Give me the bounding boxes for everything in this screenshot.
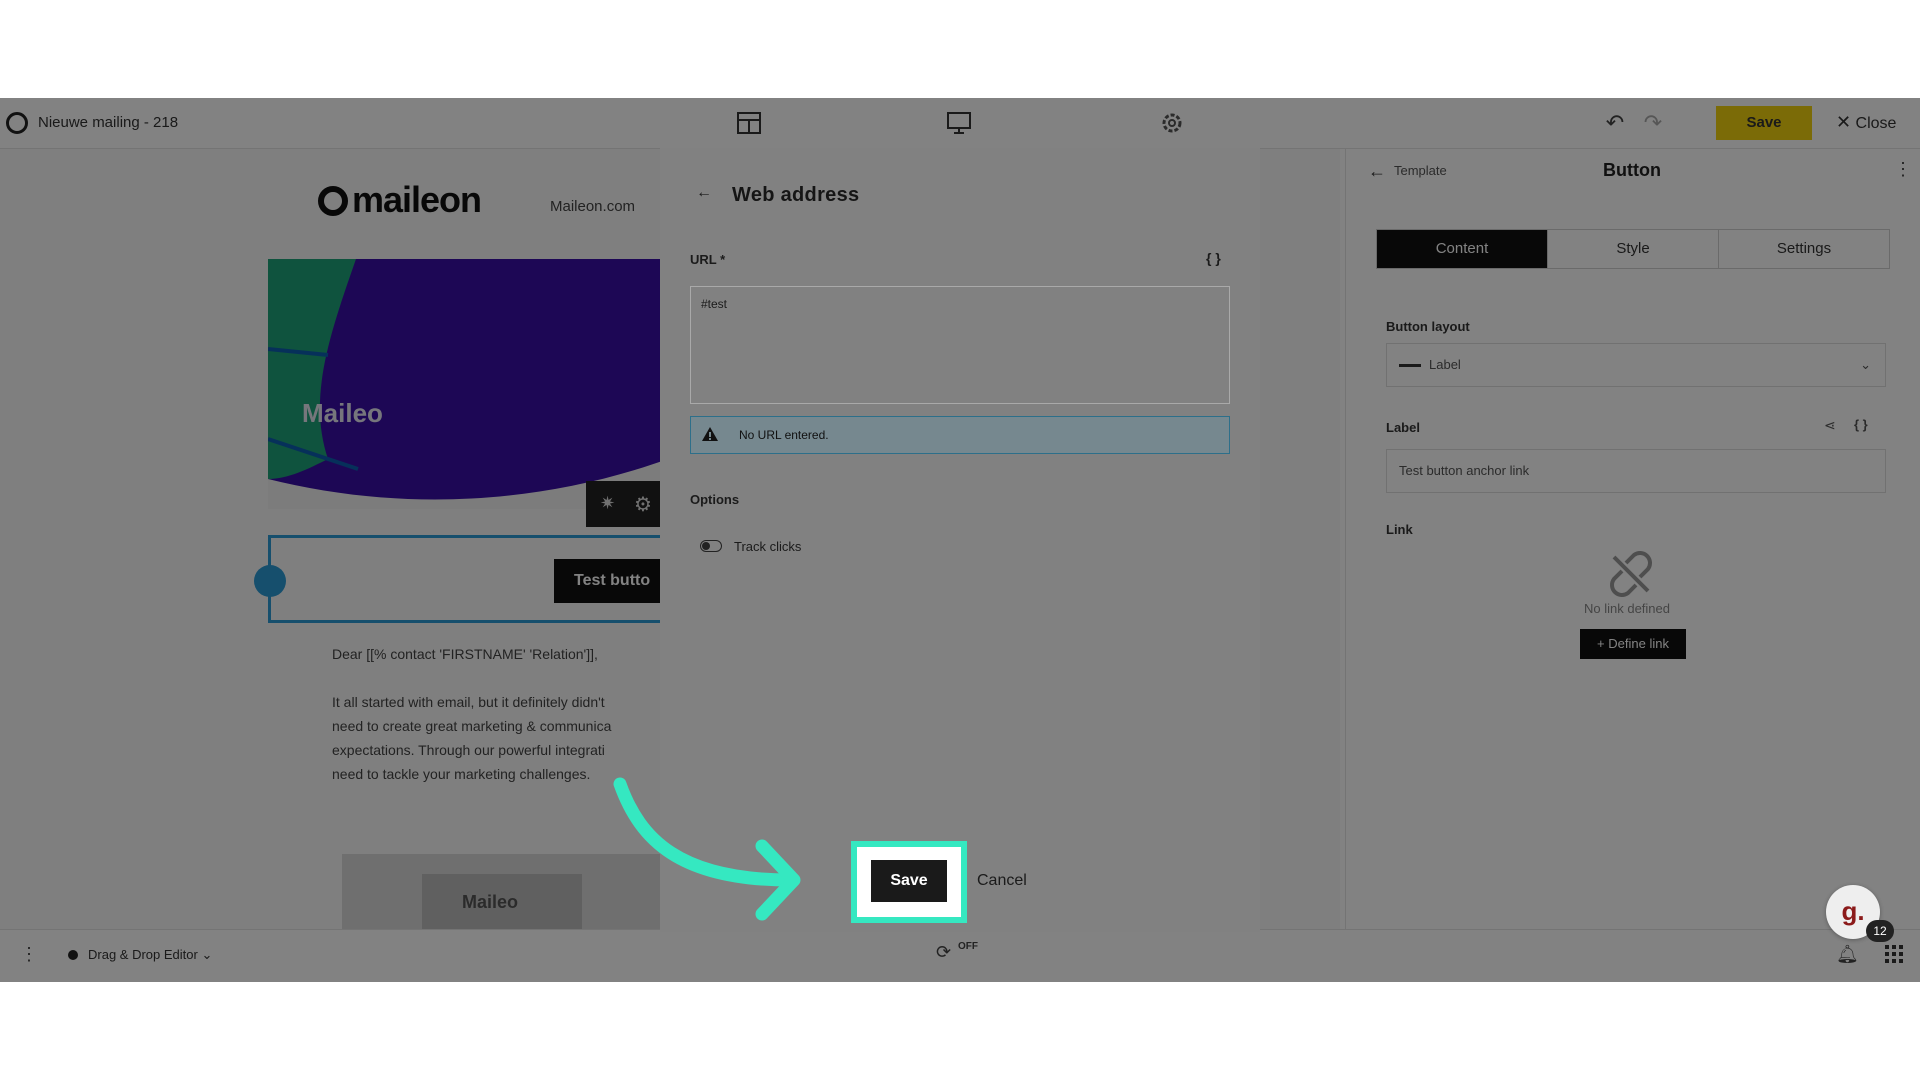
track-clicks-toggle[interactable] xyxy=(700,540,722,552)
warning-text: No URL entered. xyxy=(739,428,829,442)
save-button[interactable]: Save xyxy=(871,860,947,902)
track-clicks-label: Track clicks xyxy=(734,539,802,554)
warning-icon xyxy=(702,427,718,441)
chat-unread-badge: 12 xyxy=(1866,920,1894,942)
options-heading: Options xyxy=(690,492,740,507)
url-input[interactable]: #test xyxy=(690,286,1230,404)
cancel-button[interactable]: Cancel xyxy=(977,872,1027,890)
pointer-arrow-annotation xyxy=(613,777,801,921)
url-warning-banner: No URL entered. xyxy=(690,416,1230,454)
save-button-highlight: Save xyxy=(851,841,967,923)
url-label: URL * xyxy=(690,252,726,267)
back-arrow-icon[interactable]: ← xyxy=(696,184,712,202)
dialog-title: Web address xyxy=(732,184,860,206)
placeholder-braces-icon[interactable]: { } xyxy=(1206,250,1221,266)
